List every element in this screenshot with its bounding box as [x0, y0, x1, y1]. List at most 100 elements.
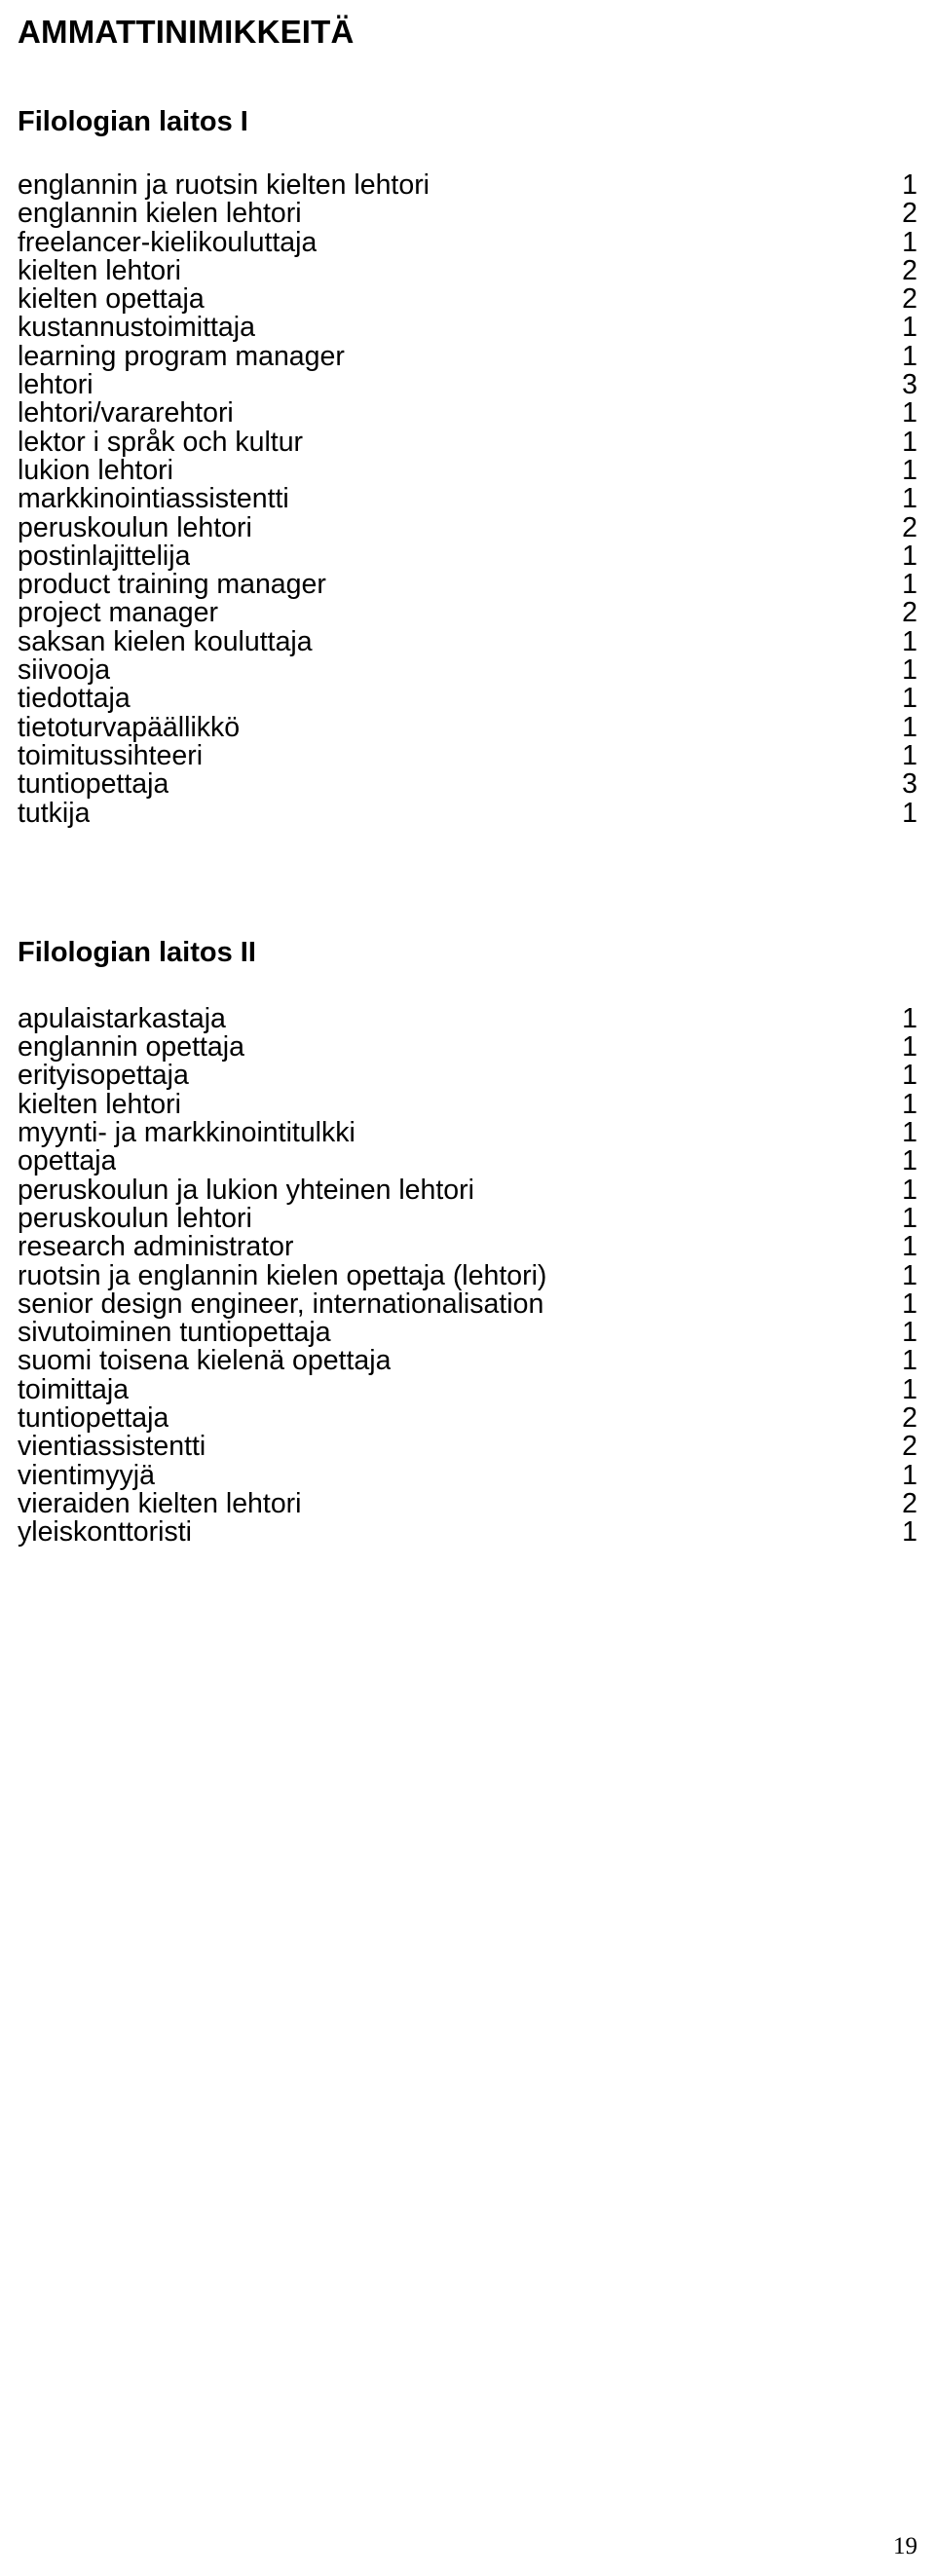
- entry-count: 1: [902, 1202, 917, 1234]
- entry-count: 2: [902, 1431, 917, 1463]
- entry-count: 1: [902, 1031, 917, 1064]
- entry-row: kustannustoimittaja 1: [18, 312, 917, 344]
- page-title: AMMATTINIMIKKEITÄ: [18, 14, 355, 50]
- entry-label: postinlajittelija: [18, 541, 191, 572]
- entry-count: 1: [902, 1060, 917, 1092]
- section-filologian-laitos-i: Filologian laitos I englannin ja ruotsin…: [18, 108, 917, 828]
- entry-count: 1: [902, 683, 917, 715]
- entry-count: 1: [902, 340, 917, 372]
- entry-row: freelancer-kielikouluttaja 1: [18, 228, 917, 257]
- entry-label: kielten opettaja: [18, 285, 205, 315]
- entry-count: 1: [902, 426, 917, 458]
- entry-row: vieraiden kielten lehtori 2: [18, 1489, 917, 1518]
- entry-count: 1: [902, 739, 917, 771]
- entry-row: research administrator 1: [18, 1231, 917, 1263]
- entry-row: kielten lehtori 2: [18, 254, 917, 286]
- entry-label: englannin ja ruotsin kielten lehtori: [18, 171, 430, 201]
- entry-label: apulaistarkastaja: [18, 1004, 226, 1034]
- entry-row: lektor i språk och kultur 1: [18, 426, 917, 458]
- entry-count: 1: [902, 1516, 917, 1549]
- entry-count: 1: [902, 625, 917, 657]
- section-heading: Filologian laitos II: [18, 936, 256, 968]
- entry-row: lukion lehtori 1: [18, 454, 917, 486]
- entry-count: 1: [902, 1259, 917, 1291]
- page-number: 19: [893, 2533, 917, 2559]
- entry-row: learning program manager 1: [18, 340, 917, 372]
- entry-label: project manager: [18, 599, 218, 628]
- entry-label: tuntiopettaja: [18, 1403, 169, 1434]
- entry-count: 1: [902, 454, 917, 486]
- entry-row: tiedottaja 1: [18, 683, 917, 715]
- entry-label: kielten lehtori: [18, 1090, 181, 1120]
- entry-label: sivutoiminen tuntiopettaja: [18, 1319, 331, 1348]
- entry-label: tiedottaja: [18, 685, 131, 714]
- entry-count: 1: [902, 1088, 917, 1120]
- section-filologian-laitos-ii: Filologian laitos II apulaistarkastaja 1 e…: [18, 936, 917, 1549]
- entry-count: 1: [902, 1145, 917, 1177]
- entry-label: product training manager: [18, 571, 326, 600]
- entry-count: 1: [902, 312, 917, 344]
- entry-count: 1: [902, 1288, 917, 1320]
- entry-row: kielten opettaja 2: [18, 283, 917, 316]
- entry-row: ruotsin ja englannin kielen opettaja (le…: [18, 1259, 917, 1291]
- entry-count: 1: [902, 1174, 917, 1206]
- entry-label: peruskoulun lehtori: [18, 1204, 252, 1234]
- entry-count: 2: [902, 198, 917, 230]
- entry-label: myynti- ja markkinointitulkki: [18, 1119, 355, 1148]
- entry-row: peruskoulun ja lukion yhteinen lehtori 1: [18, 1176, 917, 1205]
- entry-count: 1: [902, 483, 917, 515]
- entry-count: 1: [902, 169, 917, 201]
- entry-row: product training manager 1: [18, 570, 917, 600]
- entry-row: vientiassistentti 2: [18, 1431, 917, 1463]
- entry-count: 2: [902, 597, 917, 629]
- entry-count: 1: [902, 1317, 917, 1349]
- entry-label: toimitussihteeri: [18, 741, 204, 771]
- entry-label: tutkija: [18, 799, 91, 828]
- entry-count: 1: [902, 654, 917, 687]
- entry-label: lektor i språk och kultur: [18, 428, 304, 457]
- entry-row: saksan kielen kouluttaja 1: [18, 625, 917, 657]
- entry-row: myynti- ja markkinointitulkki 1: [18, 1117, 917, 1149]
- entry-count: 1: [902, 397, 917, 429]
- entry-label: vientiassistentti: [18, 1433, 206, 1462]
- entry-count: 2: [902, 1401, 917, 1434]
- entry-count: 1: [902, 540, 917, 572]
- entry-count: 1: [902, 1117, 917, 1149]
- entry-row: senior design engineer, internationalisa…: [18, 1288, 917, 1320]
- document-page: AMMATTINIMIKKEITÄ Filologian laitos I en…: [0, 0, 935, 2576]
- entry-count: 2: [902, 254, 917, 286]
- entry-label: lukion lehtori: [18, 456, 174, 486]
- entry-row: englannin ja ruotsin kielten lehtori 1: [18, 169, 917, 201]
- entry-count: 3: [902, 768, 917, 801]
- entry-count: 2: [902, 511, 917, 543]
- entry-label: saksan kielen kouluttaja: [18, 627, 313, 657]
- entry-row: tuntiopettaja 3: [18, 768, 917, 801]
- entry-row: erityisopettaja 1: [18, 1060, 917, 1092]
- entry-count: 1: [902, 797, 917, 829]
- entry-label: research administrator: [18, 1233, 294, 1262]
- entry-row: suomi toisena kielenä opettaja 1: [18, 1345, 917, 1377]
- entry-label: siivooja: [18, 656, 111, 686]
- entry-count: 1: [902, 1373, 917, 1405]
- entry-count: 1: [902, 1345, 917, 1377]
- entry-count: 2: [902, 283, 917, 316]
- entry-row: tuntiopettaja 2: [18, 1401, 917, 1434]
- entry-label: suomi toisena kielenä opettaja: [18, 1347, 392, 1376]
- entry-row: englannin kielen lehtori 2: [18, 198, 917, 230]
- section-heading: Filologian laitos I: [18, 106, 248, 137]
- entry-row: lehtori 3: [18, 370, 917, 400]
- entry-row: tutkija 1: [18, 797, 917, 829]
- entry-label: yleiskonttoristi: [18, 1518, 192, 1548]
- entry-count: 1: [902, 1231, 917, 1263]
- entry-row: lehtori/vararehtori 1: [18, 397, 917, 429]
- entry-row: vientimyyjä 1: [18, 1461, 917, 1490]
- entry-count: 1: [902, 711, 917, 743]
- entry-row: tietoturvapäällikkö 1: [18, 711, 917, 743]
- entry-row: project manager 2: [18, 597, 917, 629]
- entry-row: yleiskonttoristi 1: [18, 1516, 917, 1549]
- entry-label: erityisopettaja: [18, 1062, 189, 1091]
- entry-label: kustannustoimittaja: [18, 314, 255, 343]
- entry-label: lehtori: [18, 371, 94, 400]
- entry-label: englannin opettaja: [18, 1033, 244, 1063]
- entry-label: opettaja: [18, 1147, 117, 1176]
